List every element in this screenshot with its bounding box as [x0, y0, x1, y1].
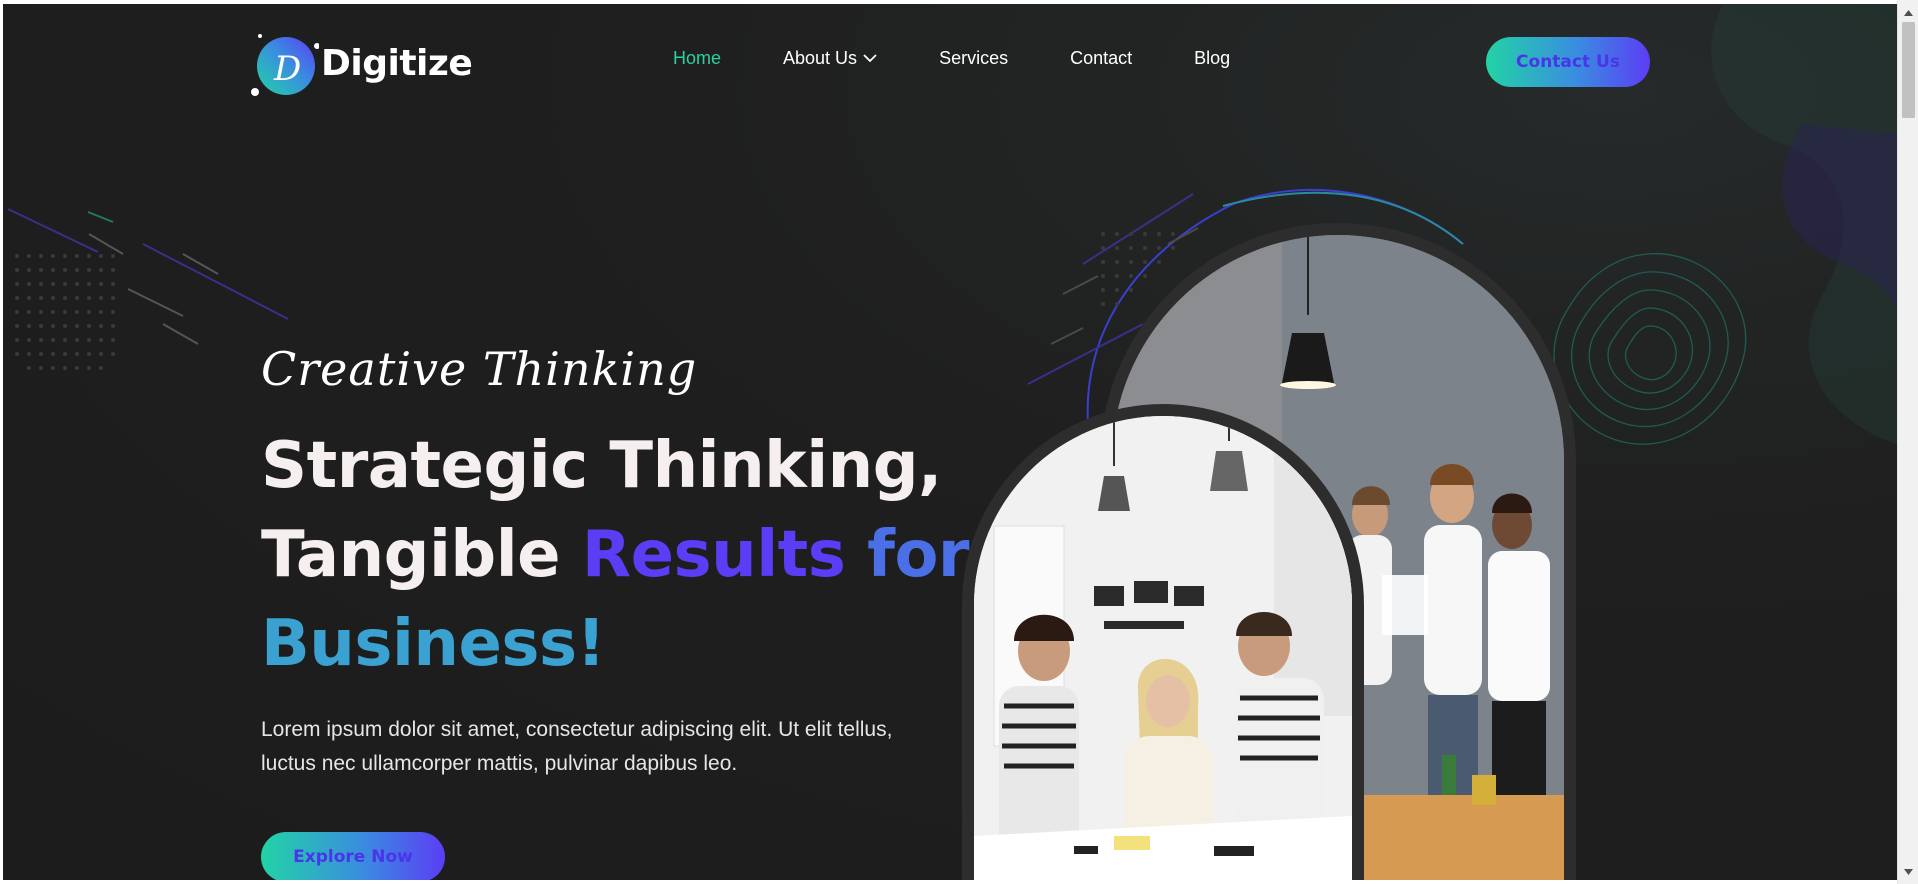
- nav-contact-label: Contact: [1070, 48, 1133, 68]
- team-photo-front-image: [974, 416, 1352, 880]
- scroll-down-arrow-icon[interactable]: [1898, 863, 1918, 880]
- nav-home-label: Home: [673, 48, 722, 68]
- headline-line-1: Strategic Thinking,: [261, 429, 942, 503]
- headline-accent-business: Business!: [261, 607, 606, 681]
- contact-us-button[interactable]: Contact Us: [1486, 37, 1650, 87]
- logo-letter: D: [273, 49, 301, 89]
- nav-blog[interactable]: Blog: [1194, 48, 1230, 69]
- team-meeting-illustration: [974, 416, 1352, 880]
- nav-about-us[interactable]: About Us: [783, 48, 877, 69]
- scroll-up-arrow-icon[interactable]: [1898, 4, 1918, 21]
- brand-name: Digitize: [321, 42, 473, 84]
- nav-contact[interactable]: Contact: [1070, 48, 1132, 69]
- headline-line-2-plain: Tangible: [261, 518, 561, 592]
- scrollbar-thumb[interactable]: [1902, 22, 1915, 118]
- hero-headline: Strategic Thinking, Tangible Results for…: [261, 422, 981, 689]
- nav-services-label: Services: [939, 48, 1009, 68]
- explore-now-button[interactable]: Explore Now: [261, 832, 445, 880]
- hero-lead-text: Lorem ipsum dolor sit amet, consectetur …: [261, 718, 893, 775]
- nav-home[interactable]: Home: [673, 48, 721, 69]
- page: D Digitize Home About Us Services Contac…: [3, 4, 1897, 880]
- headline-accent-results: Results: [581, 518, 846, 592]
- nav-about-us-label: About Us: [783, 48, 858, 68]
- nav-services[interactable]: Services: [939, 48, 1008, 69]
- team-photo-front: [962, 404, 1364, 880]
- brand-logo[interactable]: D Digitize: [249, 28, 473, 98]
- background-decor-right-waves: [1711, 4, 1897, 444]
- chevron-down-icon: [863, 54, 877, 63]
- hero-tagline: Creative Thinking: [261, 342, 698, 396]
- background-decor-left: [7, 208, 289, 370]
- page-scrollbar[interactable]: [1897, 0, 1918, 884]
- nav-blog-label: Blog: [1194, 48, 1231, 68]
- headline-accent-for: for: [867, 518, 969, 592]
- logo-d-circle-icon: D: [249, 28, 320, 98]
- main-nav: Home About Us Services Contact Blog: [673, 48, 1292, 69]
